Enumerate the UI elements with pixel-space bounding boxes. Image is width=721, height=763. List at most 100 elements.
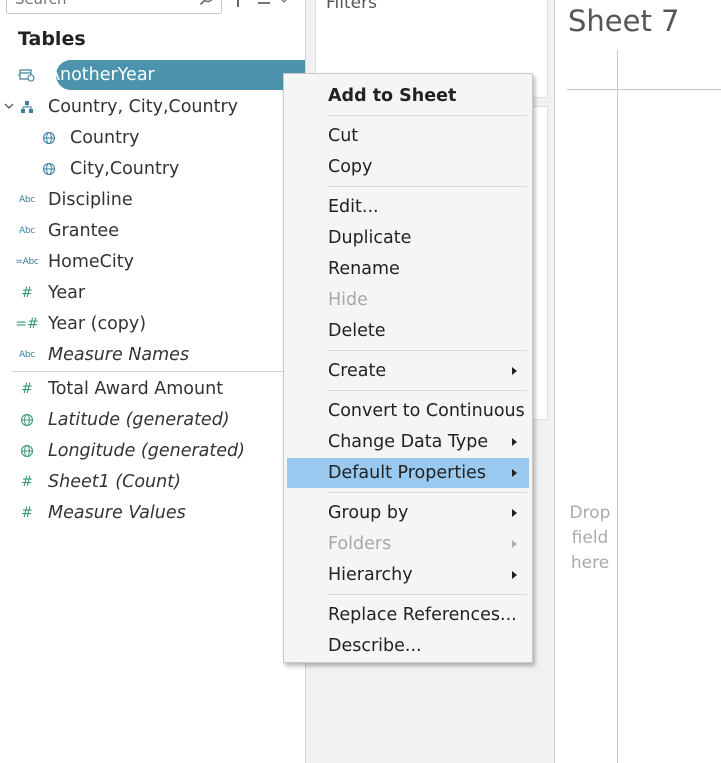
field-year[interactable]: # Year	[18, 279, 85, 307]
menu-item-rename[interactable]: Rename	[287, 254, 529, 284]
field-discipline[interactable]: Abc Discipline	[18, 186, 133, 214]
menu-item-label: Delete	[328, 321, 386, 341]
menu-item-change-data-type[interactable]: Change Data Type	[287, 427, 529, 457]
menu-item-edit[interactable]: Edit...	[287, 192, 529, 222]
chevron-down-icon[interactable]	[4, 99, 14, 113]
field-label: Measure Values	[48, 503, 186, 523]
field-total-award-amount[interactable]: # Total Award Amount	[18, 375, 223, 403]
menu-item-label: Add to Sheet	[328, 86, 457, 106]
field-hierarchy-country-city[interactable]: Country, City,Country	[18, 93, 238, 121]
menu-separator	[327, 492, 527, 493]
menu-item-label: Rename	[328, 259, 400, 279]
globe-icon	[18, 443, 36, 459]
field-grantee[interactable]: Abc Grantee	[18, 217, 119, 245]
menu-item-label: Convert to Continuous	[328, 401, 525, 421]
tables-heading: Tables	[18, 28, 86, 50]
field-label: Measure Names	[48, 345, 190, 365]
field-label: Longitude (generated)	[48, 441, 245, 461]
menu-item-convert-to-continuous[interactable]: Convert to Continuous	[287, 396, 529, 426]
abc-icon: Abc	[19, 350, 35, 360]
menu-item-label: Create	[328, 361, 387, 381]
drop-field-line: here	[570, 553, 610, 573]
menu-item-label: Hide	[328, 290, 368, 310]
dimensions-measures-divider	[12, 371, 284, 372]
menu-item-add-to-sheet[interactable]: Add to Sheet	[287, 81, 529, 111]
menu-separator	[327, 115, 527, 116]
menu-separator	[327, 594, 527, 595]
field-longitude[interactable]: Longitude (generated)	[18, 437, 245, 465]
sheet-title[interactable]: Sheet 7	[568, 4, 680, 38]
field-label: Sheet1 (Count)	[48, 472, 181, 492]
menu-item-cut[interactable]: Cut	[287, 121, 529, 151]
abc-icon: Abc	[19, 195, 35, 205]
view-options-icon[interactable]	[256, 0, 290, 8]
globe-icon	[40, 161, 58, 177]
menu-item-delete[interactable]: Delete	[287, 316, 529, 346]
menu-item-label: Copy	[328, 157, 373, 177]
calc-abc-icon: =Abc	[15, 257, 39, 267]
menu-item-label: Default Properties	[328, 463, 486, 483]
search-icon[interactable]	[199, 0, 215, 7]
menu-item-label: Hierarchy	[328, 565, 413, 585]
globe-icon	[40, 130, 58, 146]
field-homecity[interactable]: =Abc HomeCity	[15, 248, 134, 276]
menu-separator	[327, 350, 527, 351]
menu-item-label: Describe...	[328, 636, 422, 656]
field-measure-values[interactable]: # Measure Values	[18, 499, 186, 527]
hierarchy-icon	[18, 99, 36, 115]
menu-item-folders: Folders	[287, 529, 529, 559]
field-label: Discipline	[48, 190, 133, 210]
hash-icon: #	[21, 381, 33, 397]
calendar-link-icon	[18, 67, 36, 83]
menu-item-hide: Hide	[287, 285, 529, 315]
menu-item-duplicate[interactable]: Duplicate	[287, 223, 529, 253]
field-year-copy[interactable]: =# Year (copy)	[15, 310, 147, 338]
field-label: Grantee	[48, 221, 119, 241]
field-label: Year	[48, 283, 86, 303]
menu-separator	[327, 390, 527, 391]
field-label: Year (copy)	[48, 314, 147, 334]
field-city-country[interactable]: City,Country	[40, 155, 179, 183]
menu-item-label: Cut	[328, 126, 359, 146]
menu-item-default-properties[interactable]: Default Properties	[287, 458, 529, 488]
menu-separator	[327, 186, 527, 187]
menu-item-label: Folders	[328, 534, 392, 554]
menu-item-describe[interactable]: Describe...	[287, 631, 529, 661]
field-anotheryear[interactable]: AnotherYear	[18, 60, 321, 90]
field-label: AnotherYear	[48, 65, 155, 85]
search-input[interactable]	[9, 0, 201, 11]
field-label: Latitude (generated)	[48, 410, 230, 430]
menu-item-group-by[interactable]: Group by	[287, 498, 529, 528]
submenu-arrow-icon	[512, 540, 517, 548]
submenu-arrow-icon	[512, 438, 517, 446]
menu-item-copy[interactable]: Copy	[287, 152, 529, 182]
field-label: City,Country	[70, 159, 180, 179]
hash-icon: #	[21, 285, 33, 301]
field-label: HomeCity	[48, 252, 134, 272]
field-country[interactable]: Country	[40, 124, 140, 152]
submenu-arrow-icon	[512, 509, 517, 517]
field-latitude[interactable]: Latitude (generated)	[18, 406, 230, 434]
field-label: Total Award Amount	[48, 379, 224, 399]
menu-item-hierarchy[interactable]: Hierarchy	[287, 560, 529, 590]
hash-icon: #	[21, 474, 33, 490]
drop-field-line: Drop	[569, 503, 611, 523]
drop-field-placeholder[interactable]: Drop field here	[560, 501, 620, 576]
field-sheet1-count[interactable]: # Sheet1 (Count)	[18, 468, 181, 496]
menu-item-label: Group by	[328, 503, 409, 523]
globe-icon	[18, 412, 36, 428]
submenu-arrow-icon	[512, 469, 517, 477]
abc-icon: Abc	[19, 226, 35, 236]
menu-item-replace-references[interactable]: Replace References...	[287, 600, 529, 630]
menu-item-create[interactable]: Create	[287, 356, 529, 386]
calc-hash-icon: =#	[15, 316, 39, 332]
field-measure-names[interactable]: Abc Measure Names	[18, 341, 189, 369]
field-label: Country, City,Country	[48, 97, 239, 117]
drop-field-line: field	[571, 528, 609, 548]
field-context-menu: Add to Sheet Cut Copy Edit... Duplicate …	[283, 73, 533, 663]
data-pane: Tables AnotherYear Country, City,Country…	[0, 0, 321, 763]
sort-icon[interactable]	[234, 0, 242, 8]
filters-title: Filters	[326, 0, 377, 13]
menu-item-label: Replace References...	[328, 605, 517, 625]
search-box[interactable]	[6, 0, 222, 14]
